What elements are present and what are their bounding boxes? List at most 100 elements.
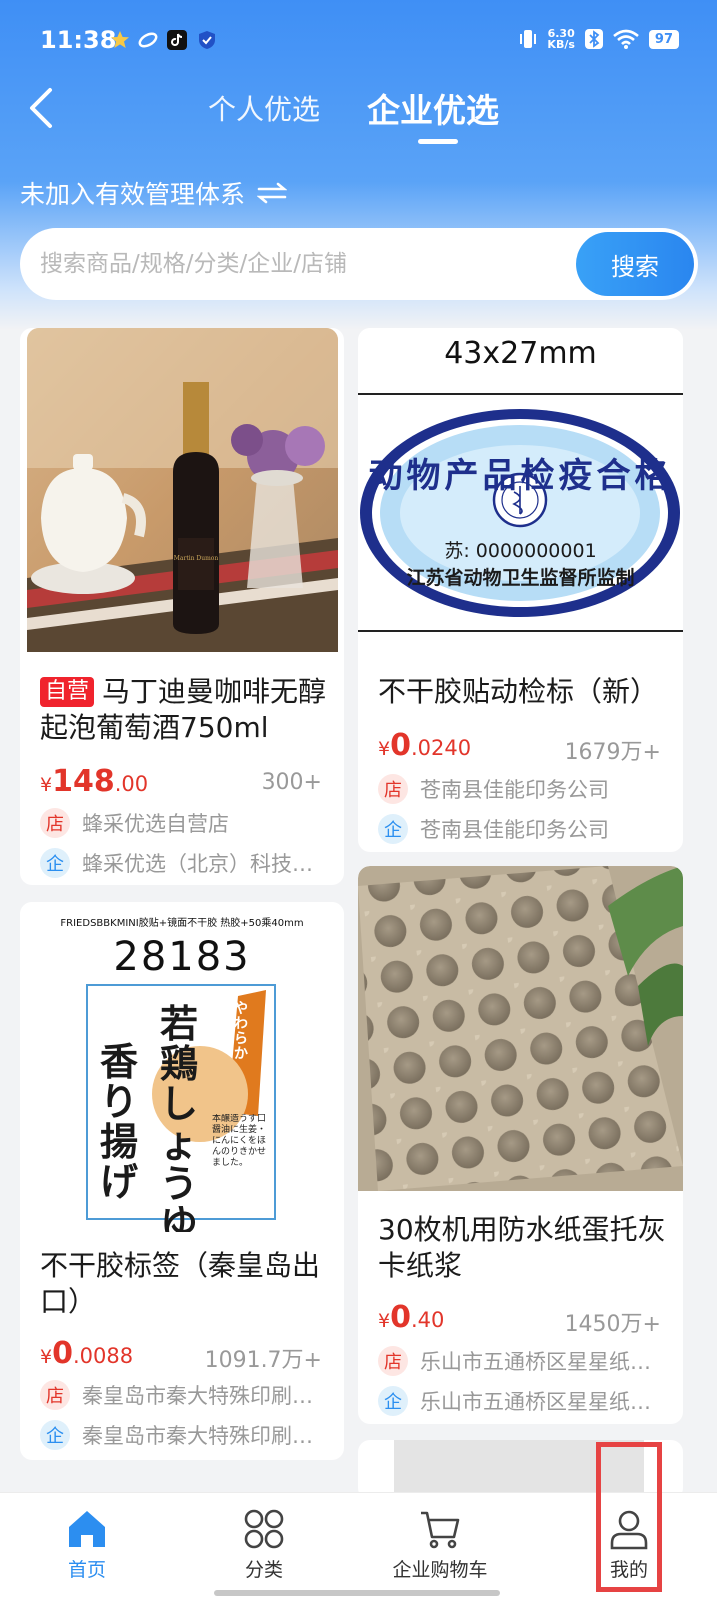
- network-speed: 6.30 KB/s: [547, 28, 574, 50]
- store-badge-icon: 店: [378, 1346, 408, 1376]
- store-name: 乐山市五通桥区星星纸制品厂: [420, 1350, 668, 1374]
- management-system-switch[interactable]: 未加入有效管理体系: [20, 175, 288, 211]
- product-card[interactable]: 30枚机用防水纸蛋托灰卡纸浆 ¥0.40 1450万+ 店乐山市五通桥区星星纸制…: [358, 866, 683, 1424]
- price-integer: 0: [390, 728, 411, 763]
- nav-enterprise-cart[interactable]: 企业购物车: [375, 1507, 505, 1582]
- management-status-text: 未加入有效管理体系: [20, 180, 246, 209]
- sticker-label-image: FRIEDSBBKMINI胶贴+镜面不干胶 热胶+50乘40mm 28183 や…: [20, 902, 344, 1232]
- store-info[interactable]: 店乐山市五通桥区星星纸制品厂: [378, 1346, 668, 1376]
- product-title: 不干胶标签（秦皇岛出口）: [40, 1249, 321, 1318]
- price-currency: ¥: [40, 1346, 53, 1368]
- sold-count: 1091.7万+: [204, 1348, 322, 1373]
- seal-issuer: 江苏省动物卫生监督所监制: [406, 567, 635, 589]
- price-currency: ¥: [378, 738, 391, 760]
- active-tab-indicator: [418, 139, 458, 144]
- nav-home-label: 首页: [67, 1559, 106, 1581]
- enterprise-badge-icon: 企: [378, 1386, 408, 1416]
- enterprise-name: 乐山市五通桥区星星纸制品厂: [420, 1390, 668, 1414]
- tiktok-icon: [167, 30, 187, 50]
- vibrate-icon: [520, 30, 537, 48]
- nav-home[interactable]: 首页: [22, 1507, 152, 1582]
- wifi-icon: [613, 29, 639, 49]
- price-decimal: .40: [410, 1308, 445, 1332]
- divider: [358, 630, 683, 632]
- sold-count: 1450万+: [564, 1312, 661, 1337]
- product-title: 30枚机用防水纸蛋托灰卡纸浆: [378, 1213, 666, 1282]
- seal-title: 动物产品检疫合格: [368, 456, 673, 496]
- label-side-text: 本醸造うす口醤油に生姜・にんにくをほんのりきかせました。: [212, 1114, 266, 1168]
- price-currency: ¥: [378, 1310, 391, 1332]
- store-info[interactable]: 店蜂采优选自营店: [40, 808, 330, 838]
- star-icon: [111, 31, 129, 48]
- wine-bottle-image: Martin Dumon: [27, 328, 338, 652]
- enterprise-badge-icon: 企: [378, 814, 408, 844]
- app-notification-icon: [138, 32, 158, 48]
- product-card[interactable]: Martin Dumon 自营 马丁迪曼咖啡无醇起泡葡萄酒750ml ¥148.0…: [20, 328, 344, 885]
- label-big-text-1: 若鶏しょうゆ: [160, 1001, 199, 1233]
- store-name: 蜂采优选自营店: [82, 812, 229, 836]
- label-spec-text: FRIEDSBBKMINI胶贴+镜面不干胶 热胶+50乘40mm: [60, 918, 304, 929]
- store-info[interactable]: 店秦皇岛市秦大特殊印刷有限公司: [40, 1380, 330, 1410]
- enterprise-info[interactable]: 企蜂采优选（北京）科技有限公司: [40, 848, 330, 878]
- home-icon: [69, 1511, 105, 1547]
- enterprise-badge-icon: 企: [40, 1420, 70, 1450]
- self-run-badge: 自营: [40, 677, 95, 707]
- store-info[interactable]: 店苍南县佳能印务公司: [378, 774, 668, 804]
- product-price: ¥0.0240: [378, 728, 471, 763]
- sold-count: 300+: [261, 770, 322, 795]
- divider: [358, 393, 683, 395]
- price-decimal: .00: [114, 772, 149, 796]
- nav-category-label: 分类: [244, 1559, 283, 1581]
- status-bar: 11:38 6.30 KB/s 97: [0, 0, 717, 84]
- category-icon: [244, 1509, 284, 1549]
- bluetooth-icon: [584, 29, 603, 49]
- svg-text:Martin Dumon: Martin Dumon: [174, 555, 219, 562]
- nav-category[interactable]: 分类: [199, 1507, 329, 1582]
- price-decimal: .0240: [410, 736, 472, 760]
- product-title: 自营 马丁迪曼咖啡无醇起泡葡萄酒750ml: [40, 674, 330, 746]
- enterprise-name: 蜂采优选（北京）科技有限公司: [82, 852, 330, 876]
- shield-icon: [199, 31, 215, 49]
- label-preview: やわらか 若鶏しょうゆ 香り揚げ 本醸造うす口醤油に生姜・にんにくをほんのりきか…: [86, 984, 276, 1232]
- search-input[interactable]: [40, 244, 560, 284]
- label-big-text-2: 香り揚げ: [100, 1039, 139, 1204]
- product-price: ¥148.00: [40, 764, 148, 799]
- highlight-annotation-box: [596, 1442, 662, 1592]
- enterprise-info[interactable]: 企乐山市五通桥区星星纸制品厂: [378, 1386, 668, 1416]
- enterprise-name: 苍南县佳能印务公司: [420, 818, 609, 842]
- cart-icon: [421, 1511, 460, 1549]
- enterprise-name: 秦皇岛市秦大特殊印刷有限公司: [82, 1424, 330, 1448]
- product-price: ¥0.0088: [40, 1336, 133, 1371]
- enterprise-info[interactable]: 企秦皇岛市秦大特殊印刷有限公司: [40, 1420, 330, 1450]
- network-speed-unit: KB/s: [547, 38, 575, 51]
- store-badge-icon: 店: [40, 808, 70, 838]
- tab-enterprise-selection[interactable]: 企业优选: [367, 84, 499, 132]
- status-time: 11:38: [40, 26, 117, 54]
- sold-count: 1679万+: [564, 740, 661, 765]
- price-integer: 0: [52, 1336, 73, 1371]
- price-currency: ¥: [40, 774, 53, 796]
- home-indicator[interactable]: [214, 1590, 500, 1596]
- search-button[interactable]: 搜索: [576, 232, 694, 296]
- product-price: ¥0.40: [378, 1300, 444, 1335]
- store-badge-icon: 店: [378, 774, 408, 804]
- back-arrow-icon[interactable]: [22, 86, 62, 130]
- store-badge-icon: 店: [40, 1380, 70, 1410]
- product-card[interactable]: 43x27mm 动物产品检疫合格 苏: 0000000001 江苏省动物卫生监督…: [358, 328, 683, 852]
- price-integer: 0: [390, 1300, 411, 1335]
- product-card[interactable]: FRIEDSBBKMINI胶贴+镜面不干胶 热胶+50乘40mm 28183 や…: [20, 902, 344, 1460]
- price-decimal: .0088: [72, 1344, 134, 1368]
- label-code: 28183: [113, 934, 251, 980]
- egg-tray-image: [358, 866, 683, 1191]
- label-size-text: 43x27mm: [444, 336, 597, 371]
- tab-personal-selection[interactable]: 个人优选: [208, 88, 320, 128]
- switch-arrows-icon: [257, 182, 288, 204]
- enterprise-badge-icon: 企: [40, 848, 70, 878]
- store-name: 秦皇岛市秦大特殊印刷有限公司: [82, 1384, 330, 1408]
- seal-number: 苏: 0000000001: [444, 540, 597, 562]
- enterprise-info[interactable]: 企苍南县佳能印务公司: [378, 814, 668, 844]
- battery-indicator: 97: [648, 29, 679, 49]
- label-small-text: やわらか: [234, 1001, 248, 1062]
- nav-enterprise-cart-label: 企业购物车: [392, 1559, 488, 1581]
- quarantine-label-image: 43x27mm 动物产品检疫合格 苏: 0000000001 江苏省动物卫生监督…: [358, 328, 683, 652]
